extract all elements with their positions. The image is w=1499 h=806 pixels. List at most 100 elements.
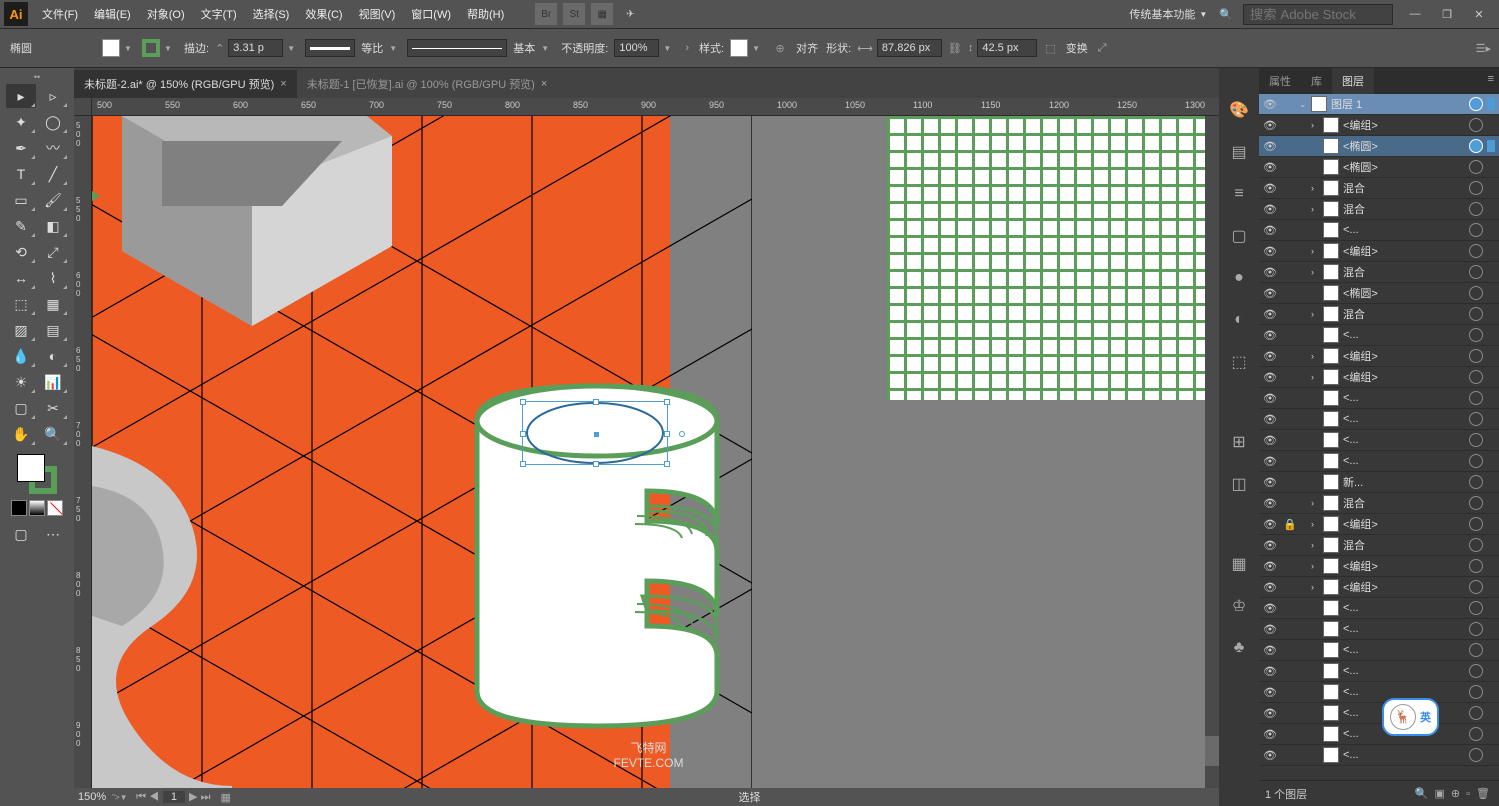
target-icon[interactable] xyxy=(1469,685,1483,699)
layer-row[interactable]: 👁 › <编组> xyxy=(1259,346,1499,367)
layer-name[interactable]: 混合 xyxy=(1343,201,1465,217)
clip-icon[interactable]: ▣ xyxy=(1435,787,1445,800)
close-icon[interactable]: ✕ xyxy=(1465,5,1493,23)
target-icon[interactable] xyxy=(1469,118,1483,132)
layer-name[interactable]: <编组> xyxy=(1343,558,1465,574)
stroke-swatch[interactable] xyxy=(142,39,160,57)
panel-menu-icon[interactable]: ≡ xyxy=(1483,68,1499,94)
target-icon[interactable] xyxy=(1469,286,1483,300)
target-icon[interactable] xyxy=(1469,580,1483,594)
close-icon[interactable]: × xyxy=(280,78,286,90)
layer-row[interactable]: 👁<... xyxy=(1259,619,1499,640)
target-icon[interactable] xyxy=(1469,307,1483,321)
layer-row[interactable]: 👁<... xyxy=(1259,640,1499,661)
new-sublayer-icon[interactable]: ⊕ xyxy=(1451,787,1460,800)
expand-arrow[interactable]: › xyxy=(1311,309,1323,319)
align-panel-icon[interactable]: ⊞ xyxy=(1227,430,1251,454)
visibility-icon[interactable]: 👁 xyxy=(1259,434,1281,447)
target-icon[interactable] xyxy=(1469,454,1483,468)
panel-opts-icon[interactable]: ☰▸ xyxy=(1476,42,1491,55)
menu-item[interactable]: 对象(O) xyxy=(139,0,193,28)
transform-label[interactable]: 变换 xyxy=(1066,40,1088,56)
visibility-icon[interactable]: 👁 xyxy=(1259,707,1281,720)
target-icon[interactable] xyxy=(1469,328,1483,342)
layer-name[interactable]: 混合 xyxy=(1343,306,1465,322)
shape-builder-tool[interactable]: ⬚ xyxy=(6,292,36,316)
layer-row[interactable]: 👁<... xyxy=(1259,598,1499,619)
rect-tool[interactable]: ▭ xyxy=(6,188,36,212)
appearance-icon[interactable]: ◐ xyxy=(1227,308,1251,332)
expand-arrow[interactable]: › xyxy=(1311,120,1323,130)
visibility-icon[interactable]: 👁 xyxy=(1259,455,1281,468)
width-tool[interactable]: ↔ xyxy=(6,266,36,290)
screen-mode[interactable]: ▢ xyxy=(6,522,36,546)
layer-row[interactable]: 👁<... xyxy=(1259,220,1499,241)
close-icon[interactable]: × xyxy=(541,78,547,90)
zoom-tool[interactable]: 🔍 xyxy=(38,422,68,446)
warp-tool[interactable]: ⌇ xyxy=(38,266,68,290)
layer-name[interactable]: 混合 xyxy=(1343,537,1465,553)
visibility-icon[interactable]: 👁 xyxy=(1259,224,1281,237)
tab-properties[interactable]: 属性 xyxy=(1259,68,1301,94)
visibility-icon[interactable]: 👁 xyxy=(1259,749,1281,762)
layer-name[interactable]: 新... xyxy=(1343,474,1465,490)
target-icon[interactable] xyxy=(1469,433,1483,447)
symbols-panel-icon[interactable]: ♔ xyxy=(1227,594,1251,618)
layer-name[interactable]: <编组> xyxy=(1343,348,1465,364)
shapebtn-label[interactable]: 形状: xyxy=(826,40,851,56)
expand-arrow[interactable]: › xyxy=(1311,351,1323,361)
lock-icon[interactable]: 🔒 xyxy=(1281,518,1299,531)
target-icon[interactable] xyxy=(1469,643,1483,657)
target-icon[interactable] xyxy=(1469,748,1483,762)
layer-name[interactable]: <... xyxy=(1343,686,1465,698)
opacity-input[interactable] xyxy=(614,39,659,57)
workspace-dropdown[interactable]: 传统基本功能▼ xyxy=(1129,6,1207,22)
layer-row[interactable]: 👁<... xyxy=(1259,430,1499,451)
visibility-icon[interactable]: 👁 xyxy=(1259,182,1281,195)
transparency-icon[interactable]: ● xyxy=(1227,266,1251,290)
expand-arrow[interactable]: › xyxy=(1311,582,1323,592)
artboard-tool[interactable]: ▢ xyxy=(6,396,36,420)
magic-wand-tool[interactable]: ✦ xyxy=(6,110,36,134)
layer-row[interactable]: 👁›<编组> xyxy=(1259,241,1499,262)
graph-tool[interactable]: 📊 xyxy=(38,370,68,394)
layer-row[interactable]: 👁<椭圆> xyxy=(1259,136,1499,157)
layer-name[interactable]: 图层 1 xyxy=(1331,96,1465,112)
layer-name[interactable]: <编组> xyxy=(1343,579,1465,595)
color-icon[interactable]: 🎨 xyxy=(1227,98,1251,122)
tab-inactive[interactable]: 未标题-1 [已恢复].ai @ 100% (RGB/GPU 预览)× xyxy=(297,70,558,98)
target-icon[interactable] xyxy=(1469,223,1483,237)
visibility-icon[interactable]: 👁 xyxy=(1259,119,1281,132)
expand-arrow[interactable]: › xyxy=(1311,498,1323,508)
layer-name[interactable]: 混合 xyxy=(1343,264,1465,280)
expand-arrow[interactable]: › xyxy=(1311,372,1323,382)
curvature-tool[interactable]: 〰 xyxy=(38,136,68,160)
width-input[interactable] xyxy=(877,39,942,57)
layer-name[interactable]: <... xyxy=(1343,665,1465,677)
target-icon[interactable] xyxy=(1469,664,1483,678)
layer-row[interactable]: 👁<椭圆> xyxy=(1259,157,1499,178)
layer-name[interactable]: 混合 xyxy=(1343,495,1465,511)
stroke-profile[interactable] xyxy=(305,39,355,57)
mesh-tool[interactable]: ▨ xyxy=(6,318,36,342)
bridge-icon[interactable]: Br xyxy=(535,3,557,25)
visibility-icon[interactable]: 👁 xyxy=(1259,371,1281,384)
visibility-icon[interactable]: 👁 xyxy=(1259,497,1281,510)
layer-name[interactable]: <椭圆> xyxy=(1343,285,1465,301)
menu-item[interactable]: 效果(C) xyxy=(297,0,350,28)
target-icon[interactable] xyxy=(1469,97,1483,111)
layer-name[interactable]: <编组> xyxy=(1343,117,1465,133)
eraser-tool[interactable]: ◧ xyxy=(38,214,68,238)
layer-row[interactable]: 👁›混合 xyxy=(1259,304,1499,325)
swatch-icon[interactable]: ▤ xyxy=(1227,140,1251,164)
expand-arrow[interactable]: › xyxy=(1311,204,1323,214)
layer-row[interactable]: 👁<... xyxy=(1259,703,1499,724)
visibility-icon[interactable]: 👁 xyxy=(1259,350,1281,363)
layer-row[interactable]: 👁<椭圆> xyxy=(1259,283,1499,304)
expand-arrow[interactable]: › xyxy=(1311,183,1323,193)
layer-row[interactable]: 👁<... xyxy=(1259,724,1499,745)
target-icon[interactable] xyxy=(1469,622,1483,636)
scale-tool[interactable]: ⤢ xyxy=(38,240,68,264)
line-tool[interactable]: ╱ xyxy=(38,162,68,186)
layer-row[interactable]: 👁<... xyxy=(1259,409,1499,430)
